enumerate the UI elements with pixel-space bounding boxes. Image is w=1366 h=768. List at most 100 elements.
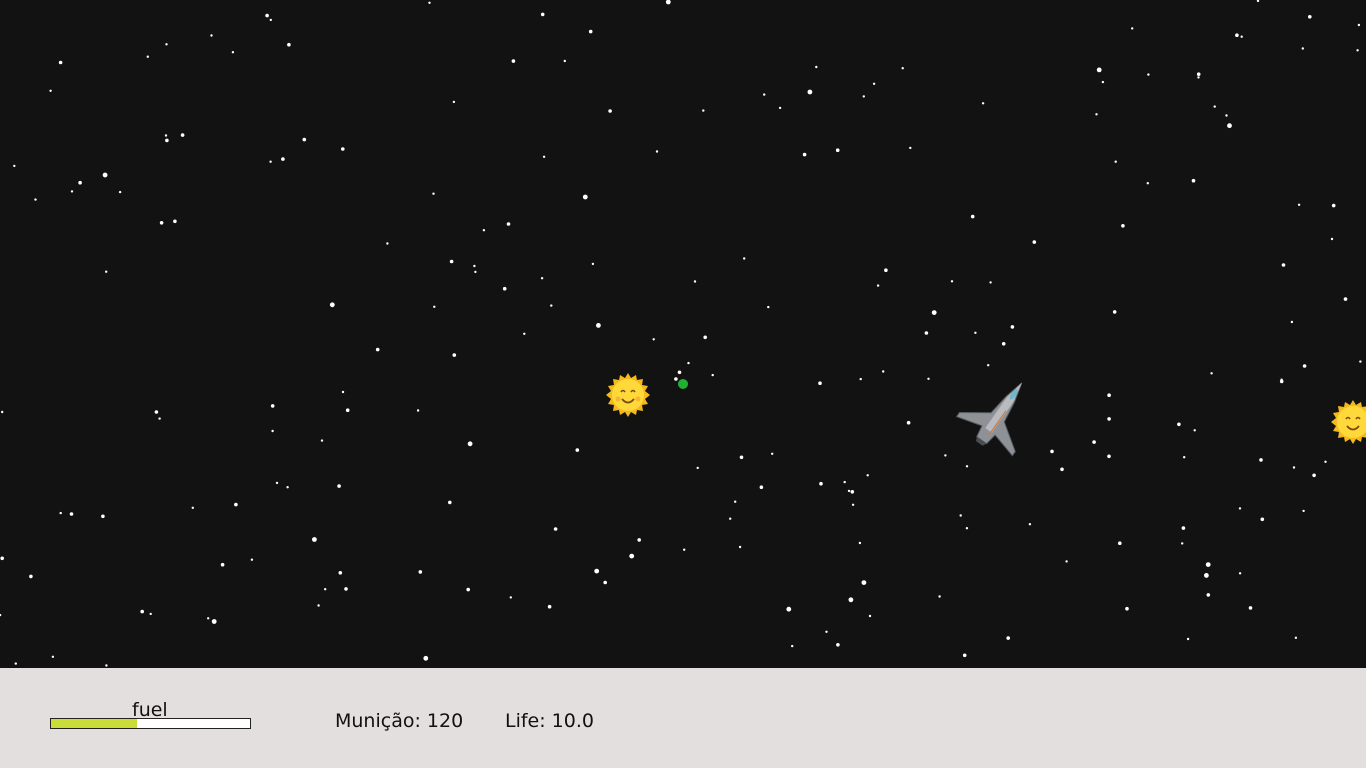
star bbox=[118, 190, 122, 194]
star bbox=[449, 259, 454, 264]
star bbox=[29, 574, 33, 579]
star bbox=[734, 500, 737, 503]
star bbox=[542, 155, 546, 158]
star bbox=[78, 180, 82, 185]
star bbox=[1256, 0, 1260, 3]
star bbox=[506, 222, 511, 226]
star bbox=[1238, 572, 1242, 575]
star bbox=[0, 556, 4, 561]
star bbox=[341, 390, 345, 394]
star bbox=[1118, 541, 1122, 545]
star bbox=[1181, 526, 1186, 530]
star bbox=[270, 404, 275, 408]
star bbox=[1186, 637, 1190, 641]
star bbox=[729, 517, 732, 520]
star bbox=[859, 377, 862, 381]
star bbox=[851, 503, 855, 506]
star bbox=[1147, 73, 1150, 76]
star bbox=[173, 219, 177, 224]
fuel-gauge bbox=[50, 718, 251, 729]
star bbox=[1225, 114, 1228, 117]
star bbox=[687, 361, 690, 365]
star bbox=[1096, 67, 1102, 73]
star bbox=[884, 268, 888, 273]
ammo-counter: Munição: 120 bbox=[335, 710, 464, 732]
star bbox=[1330, 237, 1334, 241]
star bbox=[1227, 123, 1232, 129]
star bbox=[843, 480, 846, 484]
star bbox=[511, 59, 516, 63]
star bbox=[1206, 593, 1211, 597]
star bbox=[1294, 636, 1298, 639]
star bbox=[220, 562, 225, 567]
star bbox=[14, 662, 17, 665]
game-viewport[interactable] bbox=[0, 0, 1366, 668]
star bbox=[159, 221, 164, 225]
star bbox=[452, 100, 456, 104]
star bbox=[819, 481, 823, 486]
star bbox=[165, 43, 168, 46]
star bbox=[269, 160, 272, 163]
star bbox=[146, 55, 149, 58]
star bbox=[970, 214, 975, 219]
star bbox=[861, 580, 867, 585]
star bbox=[927, 377, 930, 380]
star bbox=[665, 0, 671, 5]
star bbox=[1281, 263, 1286, 267]
sun-enemy-icon bbox=[606, 373, 650, 417]
star bbox=[1032, 240, 1037, 244]
star bbox=[807, 89, 813, 95]
starfield bbox=[0, 0, 1362, 667]
star bbox=[835, 148, 840, 152]
star bbox=[482, 229, 486, 232]
star bbox=[1, 410, 4, 414]
star bbox=[938, 595, 941, 598]
star bbox=[473, 264, 476, 268]
star bbox=[981, 102, 985, 105]
star bbox=[34, 198, 37, 201]
star bbox=[1183, 456, 1186, 459]
star bbox=[286, 486, 289, 489]
star bbox=[862, 95, 865, 98]
star bbox=[1112, 310, 1117, 314]
star bbox=[603, 580, 607, 585]
star bbox=[0, 613, 2, 617]
star bbox=[1107, 393, 1111, 398]
star bbox=[711, 373, 714, 377]
star bbox=[105, 664, 108, 667]
star bbox=[1095, 113, 1098, 116]
star bbox=[432, 192, 435, 195]
star bbox=[1131, 27, 1134, 30]
star bbox=[608, 109, 612, 113]
star bbox=[974, 331, 977, 334]
star bbox=[1006, 636, 1010, 640]
star bbox=[1238, 507, 1242, 510]
star bbox=[423, 655, 429, 661]
star bbox=[965, 527, 969, 530]
star bbox=[140, 609, 144, 614]
star bbox=[1001, 342, 1006, 346]
star bbox=[474, 270, 477, 274]
star bbox=[629, 553, 635, 559]
star bbox=[696, 466, 699, 470]
star bbox=[738, 545, 742, 549]
star bbox=[271, 429, 274, 433]
star bbox=[924, 331, 929, 335]
star bbox=[596, 323, 601, 328]
star bbox=[102, 172, 108, 178]
star bbox=[1248, 606, 1253, 610]
star bbox=[1028, 523, 1032, 526]
star bbox=[931, 310, 937, 315]
sun-enemy-icon bbox=[1331, 400, 1366, 444]
star bbox=[582, 194, 588, 200]
star bbox=[49, 89, 52, 93]
star bbox=[1301, 47, 1305, 50]
star bbox=[818, 381, 822, 386]
star bbox=[448, 500, 452, 505]
star bbox=[965, 465, 969, 468]
star bbox=[563, 59, 566, 63]
star bbox=[386, 242, 389, 245]
star bbox=[771, 452, 774, 455]
star bbox=[1290, 320, 1294, 324]
star bbox=[702, 109, 705, 112]
